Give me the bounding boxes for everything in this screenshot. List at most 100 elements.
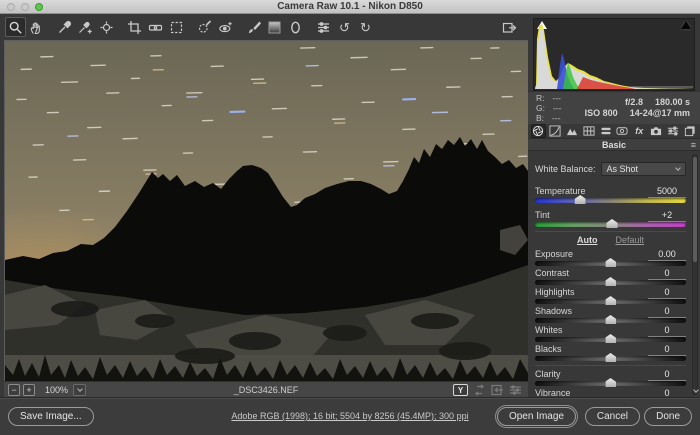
shadows-track[interactable] (535, 318, 686, 323)
slider-whites: Whites 0 (535, 325, 686, 344)
tab-effects[interactable]: fx (632, 124, 647, 138)
whites-track[interactable] (535, 337, 686, 342)
lens-value: 14-24@17 mm (630, 108, 690, 119)
scroll-down-icon[interactable] (693, 387, 699, 393)
slider-value[interactable]: 0 (648, 369, 686, 381)
done-button[interactable]: Done (644, 407, 692, 426)
tab-detail[interactable] (565, 124, 580, 138)
r-label: R: (536, 93, 545, 103)
temperature-track[interactable] (535, 198, 686, 203)
graduated-filter-tool-button[interactable] (264, 17, 285, 37)
targeted-adjustment-tool-button[interactable] (96, 17, 117, 37)
rotate-right-button[interactable]: ↻ (355, 17, 376, 37)
slider-value[interactable]: 0 (648, 344, 686, 356)
slider-value[interactable]: 0.00 (648, 249, 686, 261)
b-value: --- (552, 113, 561, 123)
slider-contrast: Contrast 0 (535, 268, 686, 287)
panel-tabs: fx (528, 124, 700, 138)
slider-value[interactable]: +2 (648, 210, 686, 222)
white-balance-select[interactable]: As Shot (601, 162, 686, 176)
tab-split-toning[interactable] (598, 124, 613, 138)
panel-menu-icon[interactable]: ≡ (691, 139, 696, 151)
highlights-track[interactable] (535, 299, 686, 304)
straighten-tool-button[interactable] (145, 17, 166, 37)
camera-icon (650, 125, 662, 137)
tab-tone-curve[interactable] (548, 124, 563, 138)
slider-value[interactable]: 0 (648, 325, 686, 337)
blacks-thumb[interactable] (605, 353, 616, 362)
zoom-tool-button[interactable] (5, 17, 26, 37)
shutter-value: 180.00 s (655, 97, 690, 108)
tab-hsl-grayscale[interactable] (581, 124, 596, 138)
preferences-button[interactable] (313, 17, 334, 37)
tab-lens-corrections[interactable] (615, 124, 630, 138)
highlights-thumb[interactable] (605, 296, 616, 305)
slider-label: Whites (535, 325, 563, 335)
slider-highlights: Highlights 0 (535, 287, 686, 306)
split-toning-bars-icon (600, 125, 612, 137)
preview-preferences-icon[interactable] (509, 384, 522, 396)
copy-settings-icon[interactable] (491, 384, 504, 396)
star-trails-photo (5, 41, 528, 381)
slider-value[interactable]: 0 (648, 306, 686, 318)
rotate-ccw-icon: ↺ (339, 21, 350, 34)
rotate-left-button[interactable]: ↺ (334, 17, 355, 37)
exposure-track[interactable] (535, 261, 686, 266)
workflow-options-text[interactable]: Adobe RGB (1998); 16 bit; 5504 by 8256 (… (231, 411, 468, 421)
auto-link[interactable]: Auto (577, 235, 598, 245)
sharpen-triangles-icon (566, 125, 578, 137)
shadows-thumb[interactable] (605, 315, 616, 324)
slider-exposure: Exposure 0.00 (535, 249, 686, 268)
slider-value[interactable]: 0 (648, 268, 686, 280)
hand-tool-button[interactable] (26, 17, 47, 37)
photo-preview[interactable] (4, 40, 528, 381)
shot-info: f/2.8180.00 s ISO 80014-24@17 mm (582, 97, 700, 119)
bottom-bar: Save Image... Adobe RGB (1998); 16 bit; … (0, 397, 700, 435)
swap-before-after-icon[interactable] (473, 384, 486, 396)
tab-presets[interactable] (665, 124, 680, 138)
tint-track[interactable] (535, 222, 686, 227)
whites-thumb[interactable] (605, 334, 616, 343)
cancel-button[interactable]: Cancel (585, 407, 640, 426)
eyedropper-icon (57, 20, 72, 35)
temperature-thumb[interactable] (575, 195, 586, 204)
level-icon (148, 20, 163, 35)
exposure-thumb[interactable] (605, 258, 616, 267)
color-sampler-tool-button[interactable] (75, 17, 96, 37)
white-balance-tool-button[interactable] (54, 17, 75, 37)
contrast-track[interactable] (535, 280, 686, 285)
tab-camera-calibration[interactable] (649, 124, 664, 138)
crop-tool-button[interactable] (124, 17, 145, 37)
red-eye-removal-tool-button[interactable] (215, 17, 236, 37)
blacks-track[interactable] (535, 356, 686, 361)
slider-label: Highlights (535, 287, 575, 297)
histogram[interactable] (533, 18, 695, 91)
radial-filter-tool-button[interactable] (285, 17, 306, 37)
hsl-grid-icon (583, 125, 595, 137)
open-image-button[interactable]: Open Image (497, 407, 576, 426)
default-link[interactable]: Default (615, 235, 644, 245)
clarity-track[interactable] (535, 381, 686, 386)
tab-snapshots[interactable] (682, 124, 697, 138)
slider-value[interactable]: 5000 (648, 186, 686, 198)
slider-tint: Tint +2 (535, 210, 686, 229)
white-balance-value: As Shot (607, 164, 639, 174)
clarity-thumb[interactable] (605, 378, 616, 387)
adjustment-brush-tool-button[interactable] (243, 17, 264, 37)
aperture-value: f/2.8 (625, 97, 643, 108)
red-eye-icon (218, 20, 233, 35)
spot-removal-tool-button[interactable] (194, 17, 215, 37)
contrast-thumb[interactable] (605, 277, 616, 286)
toggle-fullscreen-button[interactable] (499, 17, 520, 37)
transform-tool-button[interactable] (166, 17, 187, 37)
scrollbar-thumb[interactable] (693, 157, 697, 262)
settings-list-icon (316, 20, 331, 35)
titlebar: Camera Raw 10.1 - Nikon D850 (0, 0, 700, 14)
slider-label: Shadows (535, 306, 572, 316)
tint-thumb[interactable] (607, 219, 618, 228)
camera-raw-dialog: Camera Raw 10.1 - Nikon D850 (0, 0, 700, 435)
slider-label: Exposure (535, 249, 573, 259)
slider-value[interactable]: 0 (648, 287, 686, 299)
panel-scrollbar[interactable] (692, 154, 698, 395)
tab-basic[interactable] (531, 124, 546, 138)
